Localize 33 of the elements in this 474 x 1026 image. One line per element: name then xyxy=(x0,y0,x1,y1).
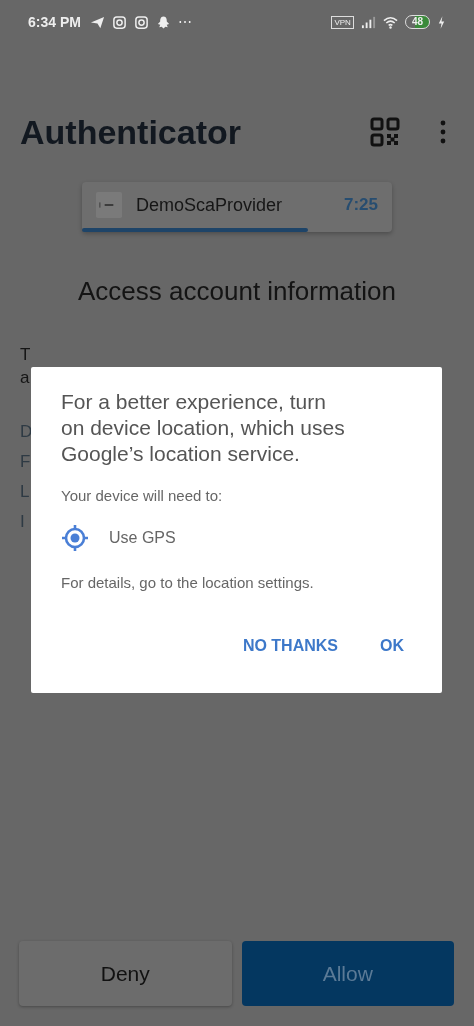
deny-button[interactable]: Deny xyxy=(19,941,232,1006)
detail-label: I xyxy=(20,511,25,533)
status-time: 6:34 PM xyxy=(28,14,81,30)
qr-code-icon[interactable] xyxy=(370,117,400,147)
dialog-subtitle: Your device will need to: xyxy=(61,487,224,504)
permission-item: Use GPS xyxy=(109,529,176,547)
no-thanks-button[interactable]: NO THANKS xyxy=(228,631,352,661)
app-title: Authenticator xyxy=(20,112,242,152)
ghost-icon xyxy=(155,14,171,30)
description-text: a xyxy=(20,367,30,389)
allow-button[interactable]: Allow xyxy=(241,941,454,1006)
detail-label: F xyxy=(20,451,31,473)
dialog-footer: For details, go to the location settings. xyxy=(61,574,412,591)
detail-label: L xyxy=(20,481,30,503)
description-text: T xyxy=(20,344,31,366)
ok-button[interactable]: OK xyxy=(366,631,418,661)
gps-target-icon xyxy=(61,524,89,552)
dialog-title: For a better experience, turn on device location, which uses Google’s location service. xyxy=(61,389,346,467)
account-card[interactable]: DemoScaProvider 7:25 xyxy=(82,182,392,232)
vpn-badge: VPN xyxy=(331,15,354,29)
provider-logo-icon xyxy=(96,192,122,218)
send-icon xyxy=(89,14,105,30)
countdown-timer: 7:25 xyxy=(343,195,378,215)
signal-icon xyxy=(360,14,376,30)
camera-icon xyxy=(133,14,149,30)
provider-name: DemoScaProvider xyxy=(136,194,284,216)
camera-icon xyxy=(111,14,127,30)
detail-label: D xyxy=(20,421,33,443)
menu-icon[interactable] xyxy=(440,120,446,144)
wifi-icon xyxy=(382,14,398,30)
request-heading: Access account information xyxy=(77,276,397,307)
more-notifications: ⋯ xyxy=(177,14,193,30)
battery-indicator: 48 xyxy=(404,15,430,29)
